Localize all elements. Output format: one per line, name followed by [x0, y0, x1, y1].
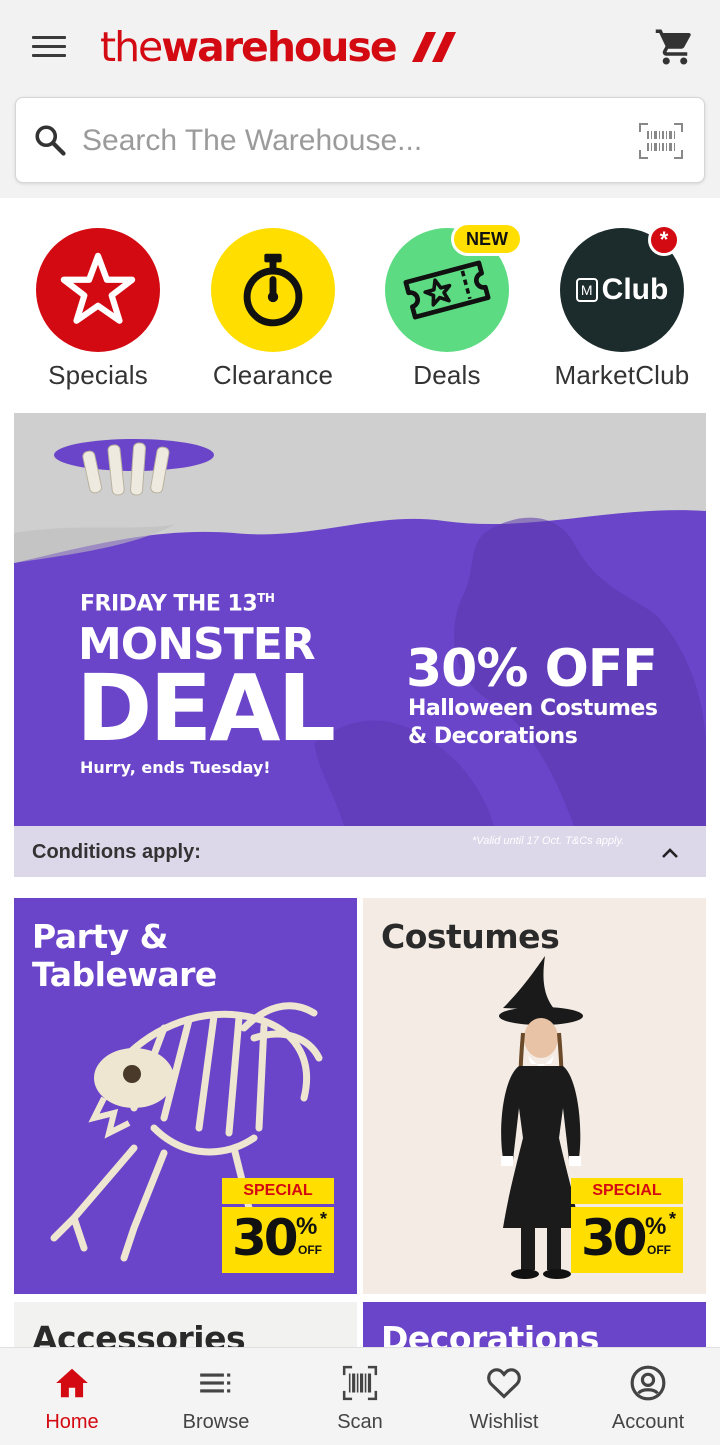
logo-slashes-icon: [411, 32, 456, 62]
scan-icon: [342, 1365, 378, 1401]
special-percent-sign: %: [296, 1213, 318, 1240]
quick-link-label: Deals: [413, 360, 481, 390]
hero-offer-sub-2: & Decorations: [408, 724, 578, 749]
hero-banner[interactable]: FRIDAY THE 13TH MONSTER DEAL Hurry, ends…: [14, 413, 706, 826]
special-off: OFF: [647, 1243, 671, 1257]
special-percent: 30 % * OFF: [571, 1207, 683, 1273]
special-label: SPECIAL: [222, 1178, 334, 1204]
hero-offer: 30% OFF: [406, 639, 658, 699]
nav-label: Browse: [182, 1411, 250, 1433]
special-percent: 30 % * OFF: [222, 1207, 334, 1273]
quick-link-label: MarketClub: [554, 360, 690, 390]
marketclub-text: Club: [601, 273, 669, 306]
special-percent-star: *: [320, 1209, 328, 1229]
conditions-bar[interactable]: Conditions apply: *Valid until 17 Oct. T…: [14, 826, 706, 877]
stopwatch-icon: [243, 253, 303, 327]
hero-pretitle-sup: TH: [257, 591, 275, 605]
quick-link-deals[interactable]: NEW Deals: [362, 222, 532, 391]
nav-label: Wishlist: [469, 1411, 539, 1433]
quick-link-label: Clearance: [212, 360, 334, 390]
quick-link-clearance[interactable]: Clearance: [188, 228, 358, 391]
chevron-up-icon[interactable]: [658, 841, 682, 865]
app-header: the warehouse: [0, 0, 720, 198]
logo-brand: warehouse: [161, 23, 397, 71]
new-badge: NEW: [451, 222, 523, 256]
search-icon[interactable]: [32, 122, 68, 158]
warehouse-logo[interactable]: the warehouse: [100, 22, 458, 72]
hero-offer-sub-1: Halloween Costumes: [408, 696, 658, 721]
tile-costumes[interactable]: Costumes SPECIAL 30 % * OFF: [363, 898, 706, 1294]
barcode-scan-icon[interactable]: [638, 122, 684, 160]
ticket-icon: [403, 260, 491, 320]
quick-links: Specials Clearance NEW Deals M Club * Ma…: [0, 210, 720, 400]
nav-home[interactable]: Home: [0, 1348, 144, 1445]
special-label: SPECIAL: [571, 1178, 683, 1204]
conditions-label: Conditions apply:: [32, 841, 201, 863]
marketclub-mark: M: [575, 278, 598, 302]
marketclub-circle: M Club *: [560, 224, 684, 352]
special-off: OFF: [298, 1243, 322, 1257]
conditions-valid-text: *Valid until 17 Oct. T&Cs apply.: [472, 835, 625, 847]
hero-hurry-text: Hurry, ends Tuesday!: [80, 758, 271, 777]
hero-pretitle: FRIDAY THE 13TH: [80, 591, 275, 617]
logo-the: the: [100, 23, 163, 71]
special-percent-star: *: [669, 1209, 677, 1229]
notification-badge: *: [648, 224, 680, 256]
specials-circle: [36, 228, 160, 352]
browse-icon: [200, 1373, 231, 1393]
nav-label: Home: [45, 1411, 99, 1433]
heart-icon: [487, 1368, 521, 1399]
search-bar: [15, 97, 705, 183]
nav-label: Scan: [337, 1411, 383, 1433]
quick-link-label: Specials: [48, 360, 148, 390]
special-badge: SPECIAL 30 % * OFF: [222, 1178, 334, 1273]
special-percent-sign: %: [645, 1213, 667, 1240]
cart-icon[interactable]: [654, 26, 696, 68]
quick-link-marketclub[interactable]: M Club * MarketClub: [537, 224, 707, 391]
hero-offer-sub: Halloween Costumes & Decorations: [408, 695, 658, 751]
special-percent-value: 30: [581, 1209, 648, 1267]
hero-pretitle-text: FRIDAY THE 13: [80, 591, 258, 617]
deals-circle: NEW: [385, 222, 523, 352]
hero-title-2: DEAL: [76, 655, 336, 762]
special-badge: SPECIAL 30 % * OFF: [571, 1178, 683, 1273]
star-icon: [60, 252, 136, 324]
home-icon: [56, 1368, 88, 1398]
menu-icon[interactable]: [32, 34, 66, 60]
nav-account[interactable]: Account: [576, 1348, 720, 1445]
clearance-circle: [211, 228, 335, 352]
special-percent-value: 30: [232, 1209, 299, 1267]
marketclub-logo: M Club: [575, 273, 669, 307]
tile-party-tableware[interactable]: Party & Tableware SPECIAL 30 % * OFF: [14, 898, 357, 1294]
nav-label: Account: [611, 1411, 685, 1433]
search-input[interactable]: [82, 116, 622, 166]
quick-link-specials[interactable]: Specials: [13, 228, 183, 391]
nav-browse[interactable]: Browse: [144, 1348, 288, 1445]
account-icon: [630, 1365, 666, 1401]
nav-wishlist[interactable]: Wishlist: [432, 1348, 576, 1445]
bottom-navigation: Home Browse Scan Wishlist Account: [0, 1347, 720, 1445]
nav-scan[interactable]: Scan: [288, 1348, 432, 1445]
